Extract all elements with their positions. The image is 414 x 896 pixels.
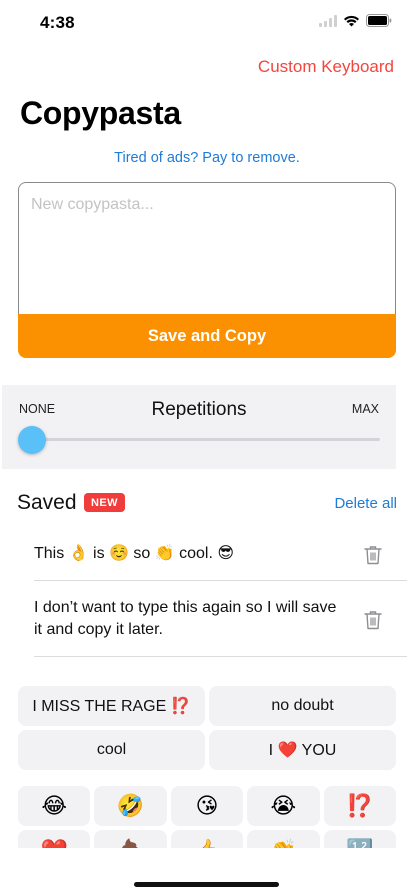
custom-keyboard-link[interactable]: Custom Keyboard: [258, 57, 394, 77]
repetitions-panel: NONE Repetitions MAX: [2, 385, 396, 469]
saved-item-text: I don’t want to type this again so I wil…: [34, 599, 337, 638]
emoji-button[interactable]: 😂: [18, 786, 91, 826]
saved-title: Saved: [17, 491, 77, 514]
emoji-button[interactable]: 😘: [170, 786, 244, 826]
save-and-copy-button[interactable]: Save and Copy: [18, 314, 396, 358]
status-time: 4:38: [40, 13, 75, 32]
new-copypasta-input[interactable]: New copypasta...: [18, 182, 396, 314]
emoji-button[interactable]: ⁉️: [323, 786, 396, 826]
repetitions-title: Repetitions: [151, 399, 247, 420]
repetitions-slider-track[interactable]: [32, 438, 380, 441]
remove-ads-link[interactable]: Tired of ads? Pay to remove.: [0, 150, 414, 166]
trash-icon[interactable]: [364, 545, 382, 565]
page-title: Copypasta: [20, 95, 181, 131]
emoji-button[interactable]: 🔢: [323, 830, 396, 848]
emoji-grid: 😂 🤣 😘 😭 ⁉️ ❤️ 💩 👍 👏 🔢: [18, 786, 396, 848]
emoji-button[interactable]: 😭: [247, 786, 320, 826]
emoji-button[interactable]: 🤣: [94, 786, 167, 826]
quick-phrase-grid: I MISS THE RAGE ⁉️ no doubt cool I ❤️ YO…: [18, 686, 396, 770]
emoji-button[interactable]: ❤️: [18, 830, 91, 848]
status-icons: [319, 14, 392, 27]
home-indicator[interactable]: [134, 882, 279, 887]
saved-header: Saved NEW Delete all: [17, 491, 397, 517]
compose-card: New copypasta... Save and Copy: [18, 182, 396, 358]
quick-phrase-button[interactable]: no doubt: [209, 686, 396, 726]
emoji-button[interactable]: 👏: [247, 830, 320, 848]
wifi-icon: [344, 15, 359, 26]
trash-icon[interactable]: [364, 610, 382, 630]
battery-icon: [366, 14, 392, 27]
emoji-button[interactable]: 👍: [170, 830, 244, 848]
delete-all-button[interactable]: Delete all: [334, 495, 397, 512]
quick-phrase-button[interactable]: I ❤️ YOU: [209, 730, 396, 770]
saved-item[interactable]: This 👌 is ☺️ so 👏 cool. 😎: [34, 530, 407, 581]
saved-item-text: This 👌 is ☺️ so 👏 cool. 😎: [34, 545, 235, 562]
signal-icon: [319, 14, 337, 27]
repetitions-slider-thumb[interactable]: [18, 426, 46, 454]
status-bar: 4:38: [0, 0, 414, 44]
quick-phrase-button[interactable]: cool: [18, 730, 205, 770]
new-badge: NEW: [84, 493, 125, 512]
quick-phrase-button[interactable]: I MISS THE RAGE ⁉️: [18, 686, 205, 726]
emoji-button[interactable]: 💩: [94, 830, 167, 848]
bottom-safe-area: [0, 850, 414, 896]
saved-list: This 👌 is ☺️ so 👏 cool. 😎 I don’t want t…: [34, 530, 407, 657]
repetitions-max-label: MAX: [351, 402, 379, 416]
saved-item[interactable]: I don’t want to type this again so I wil…: [34, 581, 407, 657]
